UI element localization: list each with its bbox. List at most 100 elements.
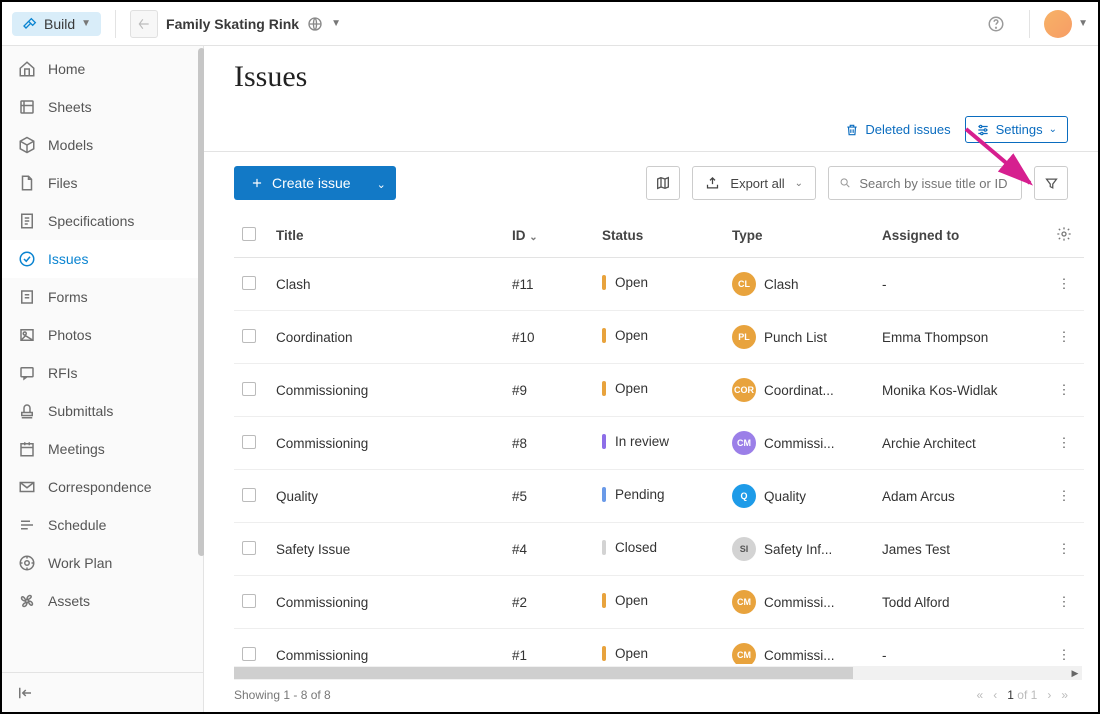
page-first[interactable]: « <box>977 688 984 702</box>
row-actions-button[interactable]: ⋮ <box>1044 364 1084 417</box>
module-selector[interactable]: Build ▼ <box>12 12 101 36</box>
sidebar-item-specifications[interactable]: Specifications <box>2 202 203 240</box>
sidebar-item-meetings[interactable]: Meetings <box>2 430 203 468</box>
help-icon[interactable] <box>987 15 1005 33</box>
page-prev[interactable]: ‹ <box>993 688 997 702</box>
export-button[interactable]: Export all ⌄ <box>692 166 816 200</box>
cell-id: #9 <box>504 364 594 417</box>
sidebar-item-rfis[interactable]: RFIs <box>2 354 203 392</box>
cell-status: Open <box>594 258 724 311</box>
cell-id: #2 <box>504 576 594 629</box>
sidebar: HomeSheetsModelsFilesSpecificationsIssue… <box>2 46 204 712</box>
project-selector[interactable]: Family Skating Rink ▼ <box>166 16 341 32</box>
rfi-icon <box>18 364 36 382</box>
table-row[interactable]: Safety Issue#4ClosedSISafety Inf...James… <box>234 523 1084 576</box>
main-content: Issues Deleted issues Settings ⌄ Create … <box>204 46 1098 712</box>
table-row[interactable]: Coordination#10OpenPLPunch ListEmma Thom… <box>234 311 1084 364</box>
sidebar-item-issues[interactable]: Issues <box>2 240 203 278</box>
cell-type: PLPunch List <box>724 311 874 364</box>
table-row[interactable]: Quality#5PendingQQualityAdam Arcus⋮ <box>234 470 1084 523</box>
table-row[interactable]: Commissioning#2OpenCMCommissi...Todd Alf… <box>234 576 1084 629</box>
settings-button[interactable]: Settings ⌄ <box>965 116 1068 143</box>
export-label: Export all <box>730 176 784 191</box>
mail-icon <box>18 478 36 496</box>
search-field[interactable] <box>828 166 1022 200</box>
collapse-sidebar-button[interactable] <box>2 672 203 712</box>
column-title[interactable]: Title <box>268 214 504 258</box>
sidebar-item-work-plan[interactable]: Work Plan <box>2 544 203 582</box>
cell-assigned: Archie Architect <box>874 417 1044 470</box>
sidebar-item-sheets[interactable]: Sheets <box>2 88 203 126</box>
row-checkbox[interactable] <box>242 276 256 290</box>
workplan-icon <box>18 554 36 572</box>
module-label: Build <box>44 16 75 32</box>
check-circle-icon <box>18 250 36 268</box>
create-issue-dropdown[interactable]: ⌄ <box>367 166 396 200</box>
photo-icon <box>18 326 36 344</box>
sidebar-item-models[interactable]: Models <box>2 126 203 164</box>
page-last[interactable]: » <box>1061 688 1068 702</box>
row-checkbox[interactable] <box>242 594 256 608</box>
create-issue-button[interactable]: Create issue <box>234 166 367 200</box>
column-assigned[interactable]: Assigned to <box>874 214 1044 258</box>
cell-title: Commissioning <box>268 417 504 470</box>
select-all-checkbox[interactable] <box>242 227 256 241</box>
filter-button[interactable] <box>1034 166 1068 200</box>
column-id[interactable]: ID ⌄ <box>504 214 594 258</box>
create-issue-group: Create issue ⌄ <box>234 166 396 200</box>
sidebar-item-schedule[interactable]: Schedule <box>2 506 203 544</box>
row-checkbox[interactable] <box>242 488 256 502</box>
table-row[interactable]: Commissioning#1OpenCMCommissi...-⋮ <box>234 629 1084 665</box>
row-actions-button[interactable]: ⋮ <box>1044 258 1084 311</box>
page-next[interactable]: › <box>1047 688 1051 702</box>
cell-title: Commissioning <box>268 629 504 665</box>
cell-assigned: Emma Thompson <box>874 311 1044 364</box>
deleted-issues-link[interactable]: Deleted issues <box>845 122 950 137</box>
sidebar-item-home[interactable]: Home <box>2 50 203 88</box>
cell-title: Safety Issue <box>268 523 504 576</box>
row-actions-button[interactable]: ⋮ <box>1044 523 1084 576</box>
fan-icon <box>18 592 36 610</box>
back-button[interactable] <box>130 10 158 38</box>
settings-label: Settings <box>996 122 1043 137</box>
horizontal-scrollbar[interactable]: ▶ <box>234 666 1082 680</box>
chevron-down-icon: ⌄ <box>529 232 537 243</box>
sidebar-item-correspondence[interactable]: Correspondence <box>2 468 203 506</box>
divider <box>1029 10 1030 38</box>
row-checkbox[interactable] <box>242 541 256 555</box>
row-actions-button[interactable]: ⋮ <box>1044 629 1084 665</box>
cell-assigned: - <box>874 629 1044 665</box>
filter-icon <box>1044 176 1059 191</box>
cell-assigned: - <box>874 258 1044 311</box>
cell-type: CMCommissi... <box>724 417 874 470</box>
sidebar-item-label: Forms <box>48 289 88 305</box>
row-actions-button[interactable]: ⋮ <box>1044 311 1084 364</box>
page-title: Issues <box>234 60 1068 94</box>
row-actions-button[interactable]: ⋮ <box>1044 417 1084 470</box>
cell-id: #11 <box>504 258 594 311</box>
export-icon <box>705 176 720 191</box>
table-row[interactable]: Clash#11OpenCLClash-⋮ <box>234 258 1084 311</box>
sidebar-item-submittals[interactable]: Submittals <box>2 392 203 430</box>
sidebar-item-files[interactable]: Files <box>2 164 203 202</box>
column-status[interactable]: Status <box>594 214 724 258</box>
table-row[interactable]: Commissioning#8In reviewCMCommissi...Arc… <box>234 417 1084 470</box>
column-settings-button[interactable] <box>1044 214 1084 258</box>
sidebar-item-assets[interactable]: Assets <box>2 582 203 620</box>
chevron-down-icon: ▼ <box>81 18 91 29</box>
sidebar-item-photos[interactable]: Photos <box>2 316 203 354</box>
column-type[interactable]: Type <box>724 214 874 258</box>
project-name: Family Skating Rink <box>166 16 299 32</box>
table-row[interactable]: Commissioning#9OpenCORCoordinat...Monika… <box>234 364 1084 417</box>
search-input[interactable] <box>859 176 1011 191</box>
row-checkbox[interactable] <box>242 435 256 449</box>
row-checkbox[interactable] <box>242 382 256 396</box>
hammer-icon <box>22 16 38 32</box>
map-view-button[interactable] <box>646 166 680 200</box>
user-menu[interactable]: ▼ <box>1044 10 1088 38</box>
row-checkbox[interactable] <box>242 647 256 661</box>
row-checkbox[interactable] <box>242 329 256 343</box>
row-actions-button[interactable]: ⋮ <box>1044 576 1084 629</box>
row-actions-button[interactable]: ⋮ <box>1044 470 1084 523</box>
sidebar-item-forms[interactable]: Forms <box>2 278 203 316</box>
